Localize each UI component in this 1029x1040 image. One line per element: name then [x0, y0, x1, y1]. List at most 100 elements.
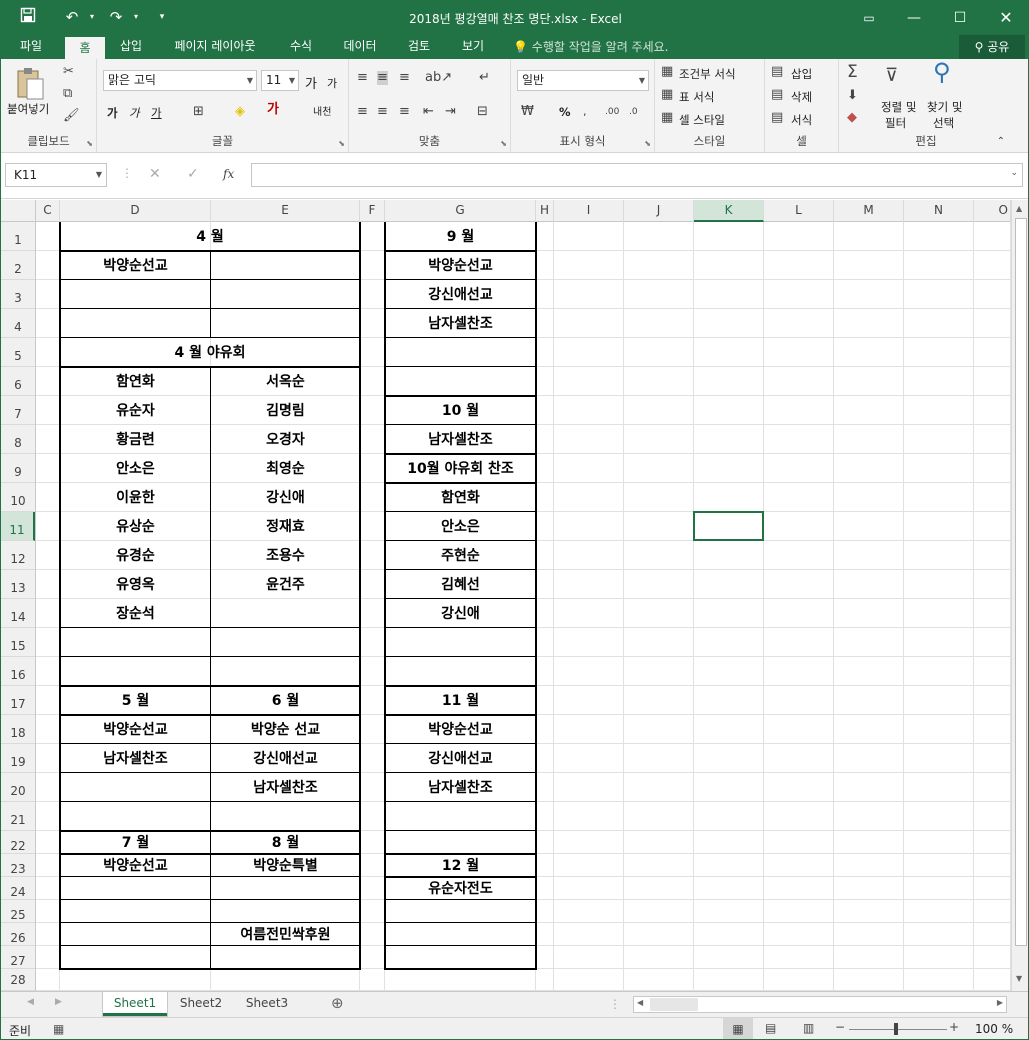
scroll-left-icon[interactable]: ◀ [637, 998, 643, 1007]
scroll-up-icon[interactable]: ▲ [1016, 204, 1022, 213]
column-header[interactable]: G [385, 200, 536, 222]
column-header[interactable]: C [36, 200, 60, 222]
cancel-icon[interactable]: ✕ [149, 166, 161, 182]
row-header[interactable]: 7 [1, 396, 35, 425]
select-all-corner[interactable] [1, 200, 36, 222]
selected-cell[interactable] [693, 511, 764, 541]
paste-label[interactable]: 붙여넣기 [7, 101, 49, 117]
row-header[interactable]: 2 [1, 251, 35, 280]
cell-grid[interactable]: 4 월 박양순선교 4 월 야유회 함연화 서옥순 유순자 김명림 황금련 오경자 안소은 최영순 이… [36, 222, 1011, 991]
align-left-icon[interactable]: ≡ [357, 105, 368, 119]
grow-font-button[interactable]: 가 [305, 73, 317, 92]
row-header[interactable]: 22 [1, 831, 35, 854]
horizontal-scroll-thumb[interactable] [650, 998, 698, 1011]
tab-page-layout[interactable]: 페이지 레이아웃 [163, 35, 267, 59]
chevron-down-icon[interactable]: ▼ [96, 164, 102, 186]
column-header[interactable]: E [211, 200, 360, 222]
percent-button[interactable]: % [559, 105, 571, 119]
align-center-icon[interactable]: ≡ [377, 105, 388, 119]
tab-file[interactable]: 파일 [9, 35, 53, 59]
page-layout-view-icon[interactable]: ▤ [765, 1021, 776, 1035]
sort-filter-icon[interactable]: ⊽ [885, 67, 898, 85]
currency-icon[interactable]: ₩ [521, 105, 534, 119]
clipboard-launcher-icon[interactable]: ⬊ [86, 139, 93, 148]
zoom-in-icon[interactable]: + [949, 1020, 959, 1034]
shrink-font-button[interactable]: 가 [327, 75, 337, 91]
align-right-icon[interactable]: ≡ [399, 105, 410, 119]
row-header[interactable]: 15 [1, 628, 35, 657]
conditional-format-icon[interactable]: ▦ [661, 65, 673, 79]
formula-input[interactable]: ⌄ [251, 163, 1023, 187]
paste-icon[interactable] [15, 67, 45, 103]
cell-styles-icon[interactable]: ▦ [661, 111, 673, 125]
underline-button[interactable]: 가 [151, 105, 162, 121]
scroll-down-icon[interactable]: ▼ [1016, 974, 1022, 983]
wrap-text-icon[interactable]: ↵ [479, 71, 490, 85]
share-button[interactable]: ⚲ 공유 [959, 35, 1025, 59]
borders-icon[interactable]: ⊞ [193, 105, 204, 119]
maximize-icon[interactable]: ☐ [937, 1, 983, 35]
sheet-tab-3[interactable]: Sheet3 [235, 992, 299, 1016]
row-header[interactable]: 3 [1, 280, 35, 309]
minimize-icon[interactable]: — [891, 1, 937, 35]
enter-icon[interactable]: ✓ [187, 166, 199, 182]
macro-record-icon[interactable]: ▦ [53, 1022, 64, 1036]
delete-cells-icon[interactable]: ▤ [771, 88, 783, 102]
bold-button[interactable]: 가 [107, 105, 118, 121]
column-header[interactable]: N [904, 200, 974, 222]
column-header[interactable]: L [764, 200, 834, 222]
find-select-label-1[interactable]: 찾기 및 [927, 99, 962, 115]
vertical-scrollbar[interactable]: ▲ ▼ [1011, 200, 1028, 991]
tab-view[interactable]: 보기 [451, 35, 495, 59]
font-color-icon[interactable]: 가 [267, 103, 279, 117]
tab-data[interactable]: 데이터 [335, 35, 385, 59]
row-header[interactable]: 5 [1, 338, 35, 367]
table-format-icon[interactable]: ▦ [661, 88, 673, 102]
phonetic-button[interactable]: 내천 [313, 103, 331, 118]
tell-me-search[interactable]: 💡 수행할 작업을 알려 주세요. [513, 38, 668, 55]
row-header[interactable]: 6 [1, 367, 35, 396]
normal-view-icon[interactable]: ▦ [723, 1018, 753, 1039]
row-header[interactable]: 9 [1, 454, 35, 483]
font-size-combo[interactable]: 11 ▼ [261, 70, 299, 91]
alignment-launcher-icon[interactable]: ⬊ [500, 139, 507, 148]
align-middle-icon[interactable]: ≡ [377, 71, 388, 85]
row-header[interactable]: 8 [1, 425, 35, 454]
column-header[interactable]: D [60, 200, 211, 222]
row-header[interactable]: 28 [1, 969, 35, 991]
vertical-scroll-thumb[interactable] [1015, 218, 1027, 946]
merge-center-icon[interactable]: ⊟ [477, 105, 488, 119]
align-top-icon[interactable]: ≡ [357, 71, 368, 85]
sheet-tab-1[interactable]: Sheet1 [103, 992, 167, 1016]
font-launcher-icon[interactable]: ⬊ [338, 139, 345, 148]
orientation-icon[interactable]: ab↗ [425, 71, 452, 85]
decrease-decimal-icon[interactable]: .0 [629, 105, 638, 119]
row-header[interactable]: 18 [1, 715, 35, 744]
zoom-slider-track[interactable] [849, 1029, 947, 1030]
increase-indent-icon[interactable]: ⇥ [445, 105, 456, 119]
tab-home[interactable]: 홈 [65, 35, 105, 59]
column-header[interactable]: F [360, 200, 385, 222]
column-header[interactable]: J [624, 200, 694, 222]
insert-cells-icon[interactable]: ▤ [771, 65, 783, 79]
sort-filter-label-2[interactable]: 필터 [885, 115, 906, 131]
row-header[interactable]: 21 [1, 802, 35, 831]
cut-icon[interactable]: ✂ [63, 65, 74, 79]
tab-insert[interactable]: 삽입 [111, 35, 151, 59]
zoom-level[interactable]: 100 % [975, 1022, 1013, 1036]
delete-cells-button[interactable]: 삭제 [791, 89, 812, 105]
column-header[interactable]: I [554, 200, 624, 222]
row-header[interactable]: 12 [1, 541, 35, 570]
autosum-icon[interactable]: Σ [847, 64, 858, 81]
format-cells-icon[interactable]: ▤ [771, 111, 783, 125]
horizontal-scrollbar[interactable]: ◀ ▶ [633, 996, 1007, 1013]
find-select-label-2[interactable]: 선택 [933, 115, 954, 131]
add-sheet-icon[interactable]: ⊕ [331, 994, 344, 1012]
insert-cells-button[interactable]: 삽입 [791, 66, 812, 82]
cell-styles-button[interactable]: 셀 스타일 [679, 112, 725, 128]
row-header[interactable]: 4 [1, 309, 35, 338]
copy-icon[interactable]: ⧉ [63, 87, 72, 101]
row-header[interactable]: 14 [1, 599, 35, 628]
font-name-combo[interactable]: 맑은 고딕 ▼ [103, 70, 257, 91]
row-header[interactable]: 1 [1, 222, 35, 251]
